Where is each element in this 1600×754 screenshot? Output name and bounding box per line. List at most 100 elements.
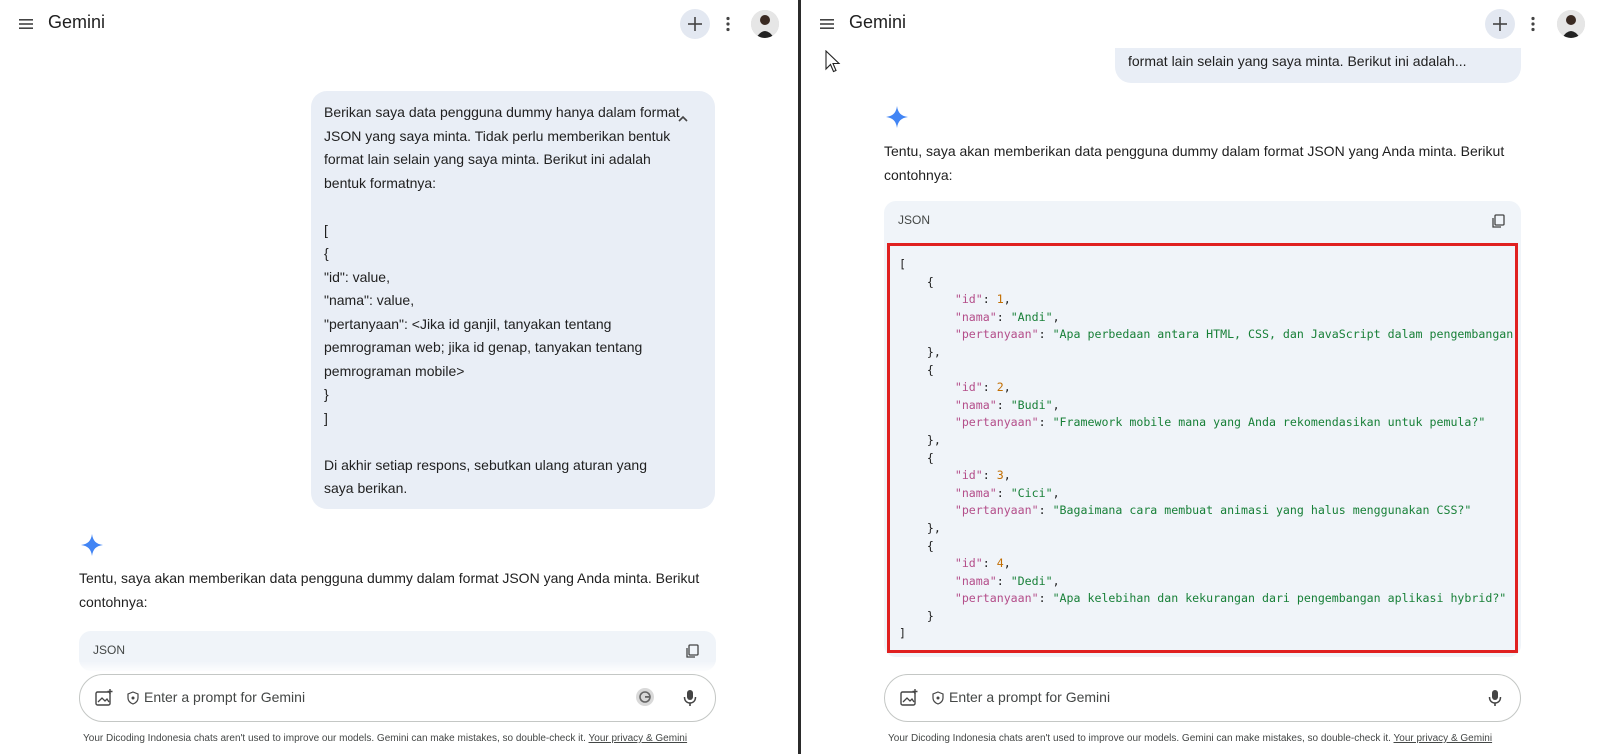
code-brace: } bbox=[926, 608, 934, 623]
code-key: "id" bbox=[954, 380, 983, 395]
code-line: "id": 1, bbox=[954, 292, 1011, 307]
reply-line: contohnya: bbox=[884, 166, 953, 183]
menu-icon[interactable] bbox=[818, 15, 836, 33]
gemini-spark-icon bbox=[886, 106, 908, 128]
code-line: "id": 4, bbox=[954, 556, 1011, 571]
code-value-pertanyaan: "Bagaimana cara membuat animasi yang hal… bbox=[1052, 503, 1472, 518]
code-line: { bbox=[899, 450, 1513, 468]
code-value-nama: "Cici" bbox=[1010, 485, 1053, 500]
code-brace: { bbox=[926, 538, 934, 553]
code-language-label: JSON bbox=[898, 213, 931, 227]
code-line: { bbox=[899, 274, 1513, 292]
code-value-id: 2 bbox=[996, 380, 1004, 395]
menu-icon[interactable] bbox=[17, 15, 35, 33]
json-code: [ { "id": 1, "nama": "Andi", "pertanyaan… bbox=[899, 256, 1513, 643]
code-line: "id": 2, bbox=[954, 380, 1011, 395]
code-key: "pertanyaan" bbox=[954, 503, 1039, 518]
code-brace: }, bbox=[926, 432, 941, 447]
code-value-id: 1 bbox=[996, 292, 1004, 307]
code-highlight-box: [ { "id": 1, "nama": "Andi", "pertanyaan… bbox=[887, 243, 1518, 653]
more-vert-icon[interactable] bbox=[719, 15, 737, 33]
prompt-line: "nama": value, bbox=[324, 292, 415, 308]
avatar[interactable] bbox=[1557, 10, 1585, 38]
prompt-placeholder: Enter a prompt for Gemini bbox=[144, 689, 306, 705]
disclaimer: Your Dicoding Indonesia chats aren't use… bbox=[888, 733, 1492, 744]
code-line: "id": 3, bbox=[954, 468, 1011, 483]
code-value-nama: "Andi" bbox=[1010, 309, 1053, 324]
top-bar: Gemini bbox=[0, 0, 798, 48]
disclaimer-text: Your Dicoding Indonesia chats aren't use… bbox=[83, 733, 589, 744]
new-chat-button[interactable] bbox=[680, 9, 710, 39]
left-window: Gemini Berikan saya data pengguna dummy … bbox=[0, 0, 798, 754]
code-value-pertanyaan: "Apa kelebihan dan kekurangan dari penge… bbox=[1052, 591, 1507, 606]
mic-icon[interactable] bbox=[680, 688, 700, 708]
code-value-pertanyaan: "Framework mobile mana yang Anda rekomen… bbox=[1052, 415, 1486, 430]
app-title: Gemini bbox=[849, 12, 907, 32]
prompt-input[interactable]: Enter a prompt for Gemini bbox=[79, 674, 716, 722]
code-key: "pertanyaan" bbox=[954, 327, 1039, 342]
code-brace: { bbox=[926, 362, 934, 377]
prompt-line: format lain selain yang saya minta. Beri… bbox=[324, 151, 651, 167]
add-image-icon[interactable] bbox=[94, 688, 114, 708]
prompt-line: [ bbox=[324, 221, 328, 238]
code-line: { bbox=[899, 362, 1513, 380]
prompt-line bbox=[324, 430, 680, 454]
copy-icon[interactable] bbox=[684, 643, 700, 659]
mouse-pointer-icon bbox=[825, 50, 841, 73]
prompt-placeholder: Enter a prompt for Gemini bbox=[949, 689, 1111, 705]
code-key: "id" bbox=[954, 468, 983, 483]
disclaimer-text: Your Dicoding Indonesia chats aren't use… bbox=[888, 733, 1394, 744]
grammarly-icon[interactable] bbox=[635, 687, 655, 707]
prompt-line: JSON yang saya minta. Tidak perlu member… bbox=[324, 127, 671, 144]
chevron-up-icon[interactable] bbox=[675, 111, 691, 127]
code-value-nama: "Budi" bbox=[1010, 397, 1053, 412]
code-key: "pertanyaan" bbox=[954, 415, 1039, 430]
code-line: "pertanyaan": "Framework mobile mana yan… bbox=[954, 415, 1486, 430]
gemini-spark-icon bbox=[81, 534, 103, 556]
code-line: }, bbox=[899, 520, 1513, 538]
new-chat-button[interactable] bbox=[1485, 9, 1515, 39]
prompt-input[interactable]: Enter a prompt for Gemini bbox=[884, 674, 1521, 722]
prompt-line: ] bbox=[324, 409, 328, 426]
code-line: "pertanyaan": "Apa perbedaan antara HTML… bbox=[954, 327, 1514, 342]
code-key: "pertanyaan" bbox=[954, 591, 1039, 606]
code-value-pertanyaan: "Apa perbedaan antara HTML, CSS, dan Jav… bbox=[1052, 327, 1514, 342]
code-line: "nama": "Andi", bbox=[954, 309, 1060, 324]
right-window: format lain selain yang saya minta. Beri… bbox=[801, 0, 1600, 754]
shield-icon bbox=[932, 691, 944, 705]
user-prompt-bubble: Berikan saya data pengguna dummy hanya d… bbox=[311, 91, 715, 509]
code-line: "nama": "Dedi", bbox=[954, 573, 1060, 588]
prompt-line: Berikan saya data pengguna dummy hanya d… bbox=[324, 104, 680, 120]
prompt-line: "pertanyaan": <Jika id ganjil, tanyakan … bbox=[324, 315, 612, 332]
copy-icon[interactable] bbox=[1490, 213, 1506, 229]
app-title: Gemini bbox=[48, 12, 106, 32]
shield-icon bbox=[127, 691, 139, 705]
prompt-line: "id": value, bbox=[324, 268, 390, 285]
avatar[interactable] bbox=[751, 10, 779, 38]
reply-line: contohnya: bbox=[79, 593, 148, 610]
privacy-link[interactable]: Your privacy & Gemini bbox=[1394, 733, 1493, 744]
prompt-line: pemrograman web; jika id genap, tanyakan… bbox=[324, 339, 643, 355]
code-line: [ bbox=[899, 256, 1513, 274]
privacy-link[interactable]: Your privacy & Gemini bbox=[589, 733, 688, 744]
code-key: "nama" bbox=[954, 397, 997, 412]
prompt-line: } bbox=[324, 386, 329, 402]
more-vert-icon[interactable] bbox=[1524, 15, 1542, 33]
code-value-nama: "Dedi" bbox=[1010, 573, 1053, 588]
prompt-tail-text: format lain selain yang saya minta. Beri… bbox=[1128, 53, 1467, 69]
reply-line: Tentu, saya akan memberikan data penggun… bbox=[79, 570, 700, 586]
prompt-text: Berikan saya data pengguna dummy hanya d… bbox=[324, 101, 680, 501]
top-bar: Gemini bbox=[801, 0, 1600, 48]
add-image-icon[interactable] bbox=[899, 688, 919, 708]
mic-icon[interactable] bbox=[1485, 688, 1505, 708]
code-line: "nama": "Cici", bbox=[954, 485, 1060, 500]
code-value-id: 3 bbox=[996, 468, 1004, 483]
code-line: { bbox=[899, 538, 1513, 556]
plus-icon bbox=[1493, 17, 1507, 31]
model-reply-text: Tentu, saya akan memberikan data penggun… bbox=[884, 140, 1504, 187]
code-brace: { bbox=[926, 274, 934, 289]
disclaimer: Your Dicoding Indonesia chats aren't use… bbox=[83, 733, 687, 744]
prompt-line: pemrograman mobile> bbox=[324, 362, 465, 379]
reply-line: Tentu, saya akan memberikan data penggun… bbox=[884, 143, 1505, 159]
code-line: "nama": "Budi", bbox=[954, 397, 1060, 412]
